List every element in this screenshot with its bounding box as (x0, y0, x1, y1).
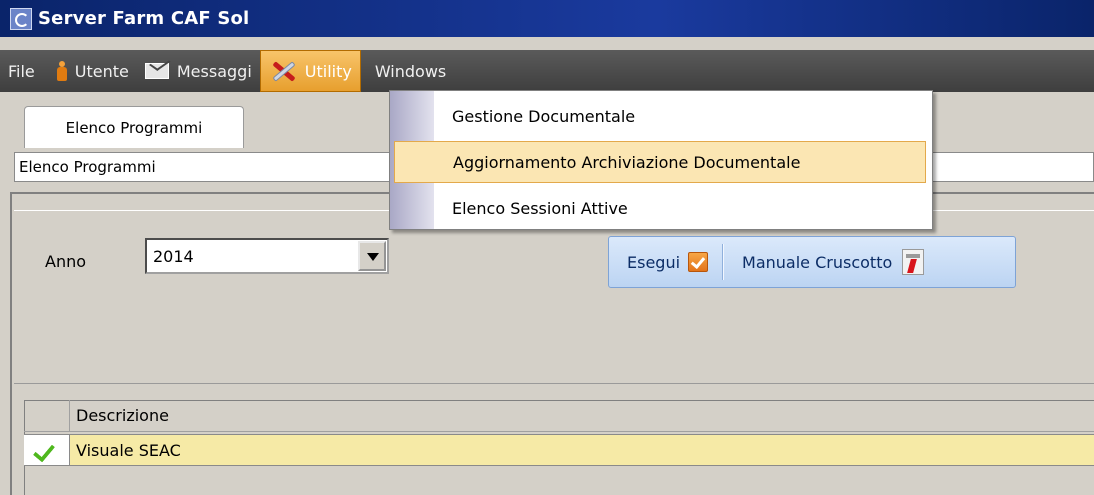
menu-bar: File Utente Messaggi Utility Windows (0, 50, 1094, 92)
menu-windows-label: Windows (374, 61, 447, 81)
menu-utente[interactable]: Utente (49, 50, 137, 92)
menu-item-aggiornamento-archiviazione[interactable]: Aggiornamento Archiviazione Documentale (394, 141, 926, 183)
window-title: Server Farm CAF Sol (38, 8, 250, 29)
tab-elenco-programmi[interactable]: Elenco Programmi (24, 106, 244, 148)
grid-header: Descrizione (24, 400, 1094, 432)
manuale-label: Manuale Cruscotto (742, 252, 893, 272)
tab-label: Elenco Programmi (65, 118, 203, 137)
menu-item-label: Aggiornamento Archiviazione Documentale (453, 152, 801, 172)
user-icon (56, 61, 67, 81)
app-icon[interactable] (10, 7, 32, 30)
menu-utente-label: Utente (74, 61, 129, 81)
app-window: Server Farm CAF Sol File Utente Messaggi… (0, 0, 1094, 495)
anno-select-value: 2014 (153, 246, 194, 266)
tools-icon (269, 59, 297, 83)
menu-messaggi-label: Messaggi (176, 61, 252, 81)
menu-item-elenco-sessioni-attive[interactable]: Elenco Sessioni Attive (434, 187, 932, 229)
anno-select[interactable]: 2014 (145, 238, 389, 274)
menu-item-label: Gestione Documentale (452, 106, 636, 126)
menu-windows[interactable]: Windows (367, 50, 454, 92)
utility-dropdown-menu: Gestione Documentale Aggiornamento Archi… (389, 90, 933, 230)
column-header-descrizione[interactable]: Descrizione (70, 400, 169, 431)
menu-utility[interactable]: Utility (259, 50, 361, 92)
manuale-cruscotto-button[interactable]: Manuale Cruscotto (724, 237, 938, 287)
menu-item-gestione-documentale[interactable]: Gestione Documentale (434, 95, 932, 137)
grid-header-indicator (24, 400, 70, 431)
esegui-label: Esegui (627, 252, 681, 272)
row-descrizione: Visuale SEAC (76, 440, 181, 460)
column-header-label: Descrizione (76, 406, 169, 425)
menu-messaggi[interactable]: Messaggi (137, 50, 260, 92)
menu-file[interactable]: File (0, 50, 43, 92)
table-cell-descrizione[interactable]: Visuale SEAC (70, 435, 181, 465)
action-toolbar: Esegui Manuale Cruscotto (608, 236, 1016, 288)
menu-item-label: Elenco Sessioni Attive (452, 198, 628, 218)
chevron-down-icon[interactable] (358, 241, 386, 271)
row-indicator (24, 435, 70, 465)
anno-label: Anno (45, 252, 87, 271)
title-bar[interactable]: Server Farm CAF Sol (0, 0, 1094, 37)
checkmark-icon (32, 439, 56, 463)
check-icon (688, 252, 709, 272)
caption-field-value: Elenco Programmi (19, 158, 156, 176)
mail-icon (144, 63, 169, 79)
pdf-icon (902, 249, 925, 275)
menu-utility-label: Utility (304, 61, 352, 81)
table-row[interactable]: Visuale SEAC (24, 434, 1094, 466)
esegui-button[interactable]: Esegui (609, 237, 722, 287)
menu-file-label: File (8, 61, 35, 81)
